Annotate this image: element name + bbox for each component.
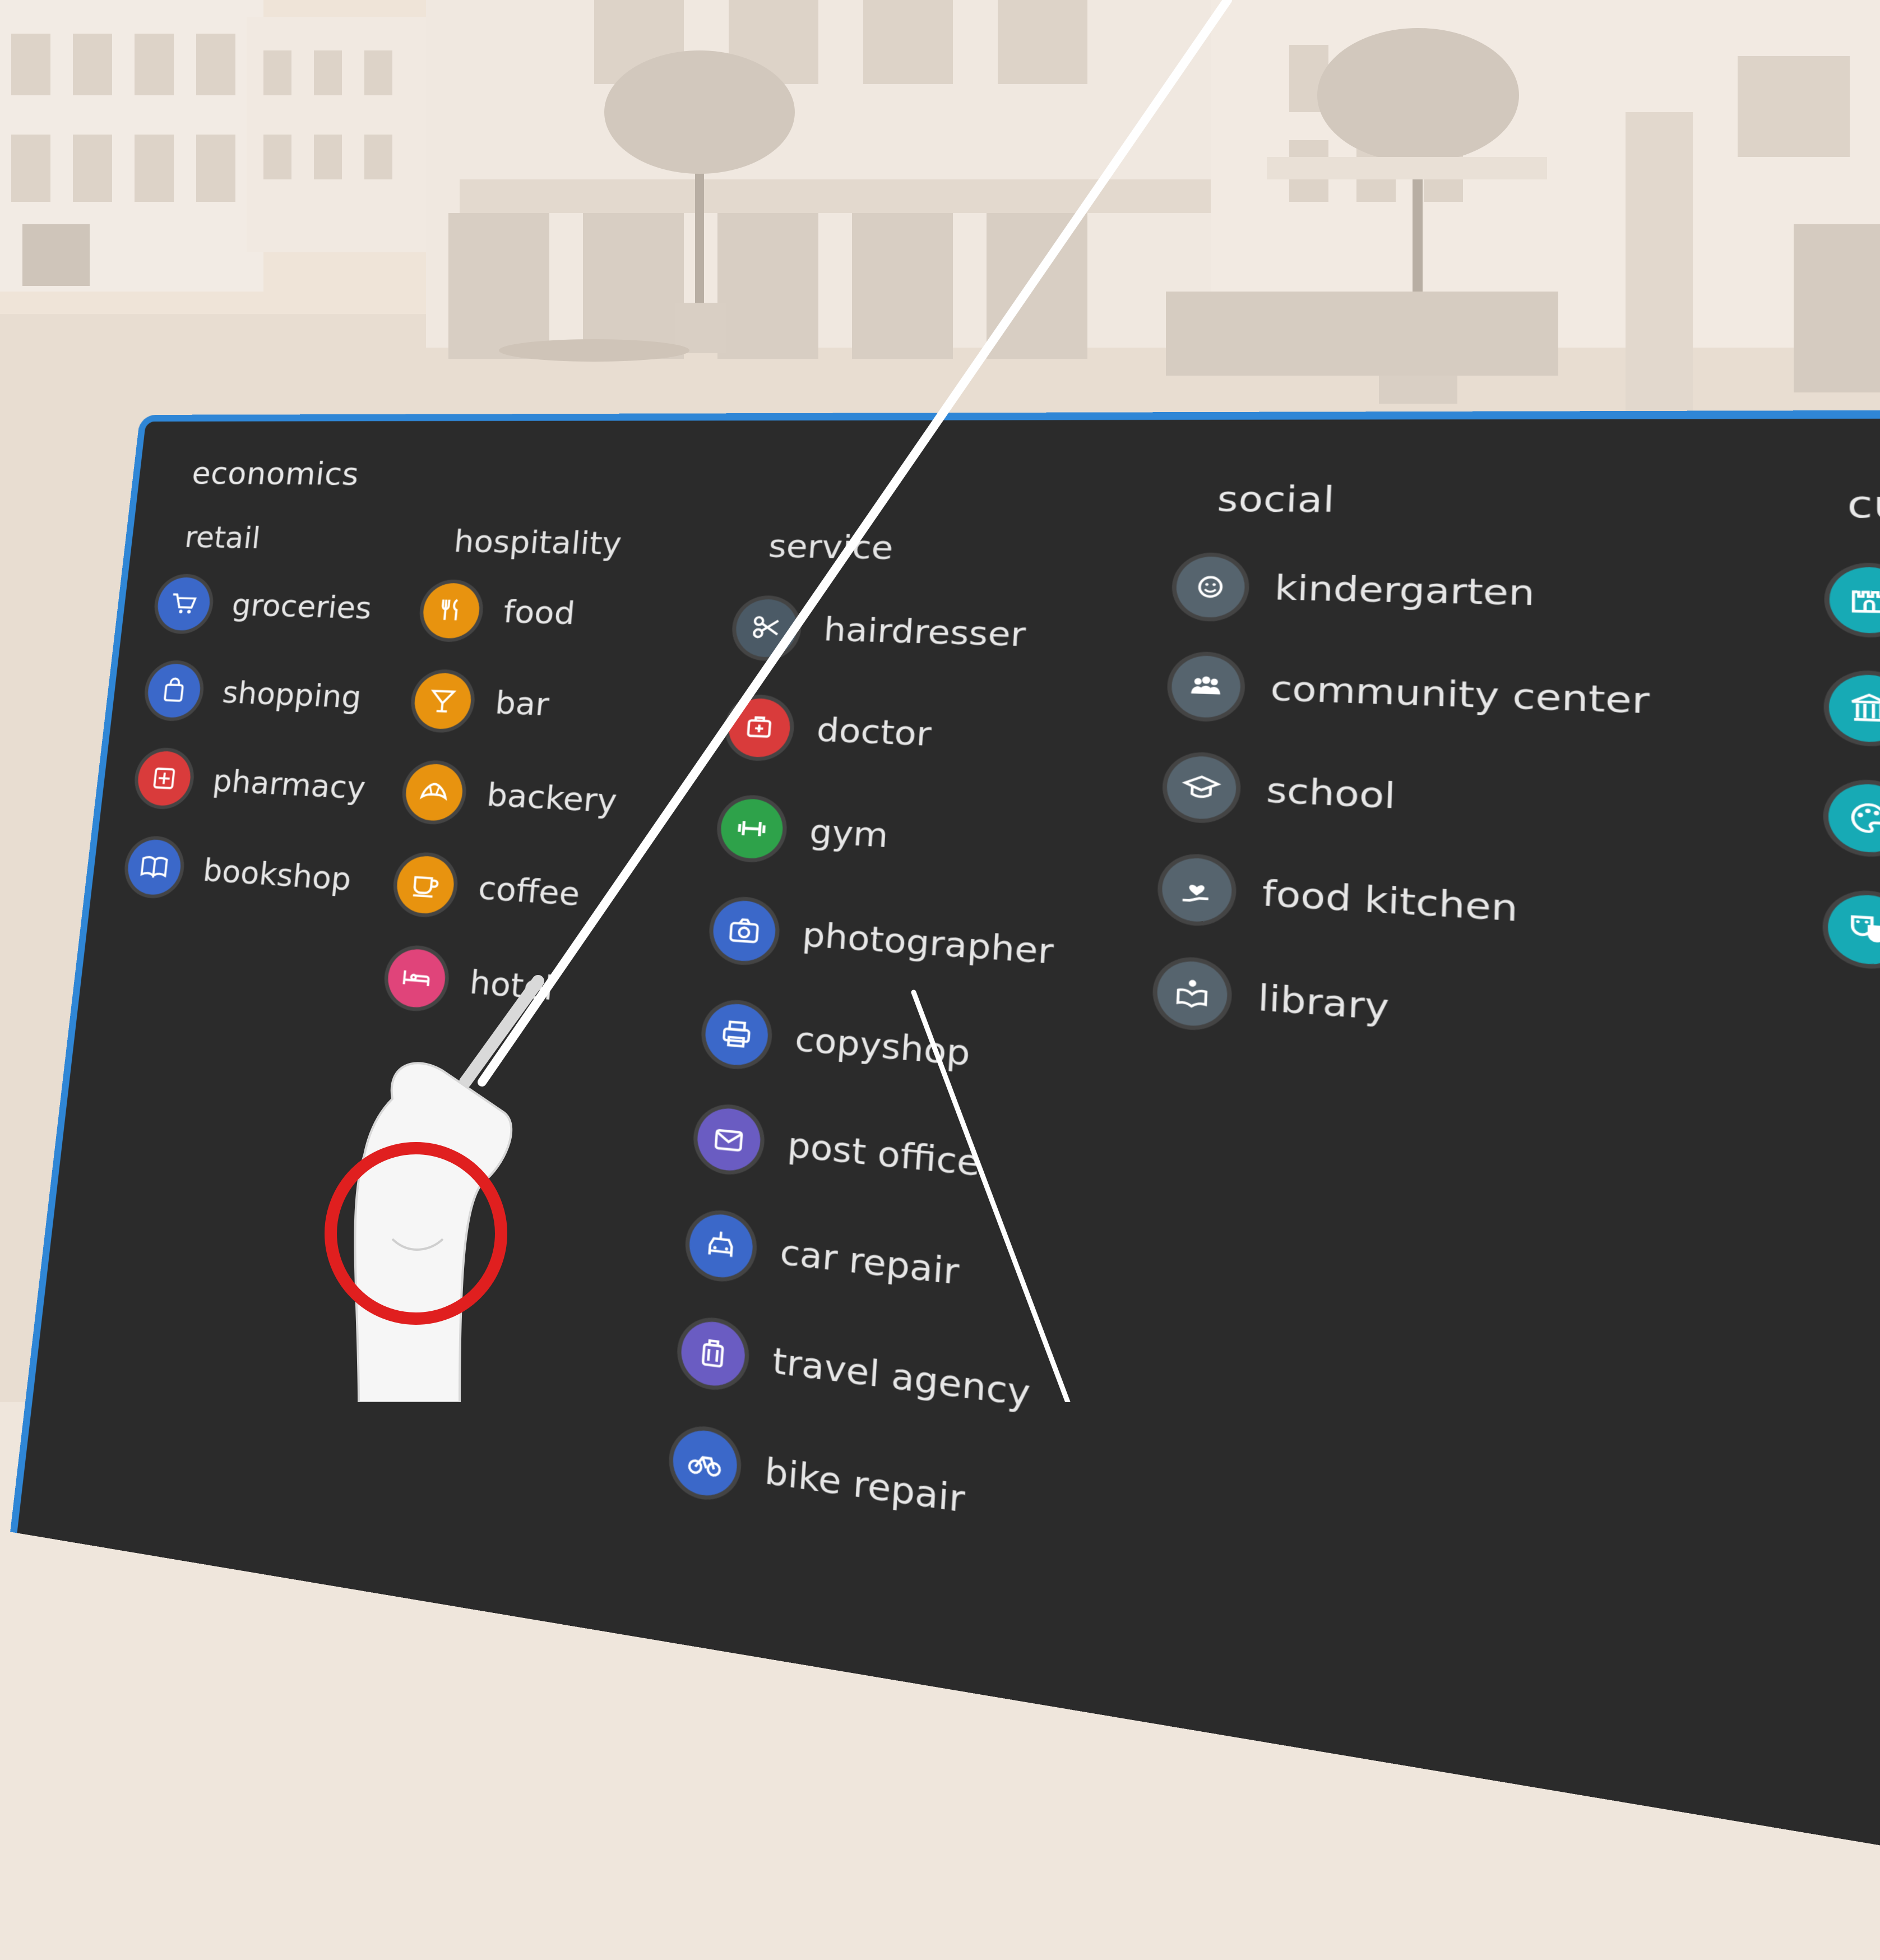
bicycle-icon: [670, 1426, 739, 1500]
menu-item-label: bike repair: [763, 1450, 966, 1522]
vr-controller: [354, 1062, 513, 1402]
pointer-ray: [478, 0, 1232, 1087]
menu-item-bike-repair[interactable]: bike repair: [670, 1426, 967, 1533]
controller-stick: [459, 975, 544, 1088]
secondary-pointer-ray: [911, 990, 1071, 1402]
vr-pointer-overlay: [325, 0, 1232, 1402]
